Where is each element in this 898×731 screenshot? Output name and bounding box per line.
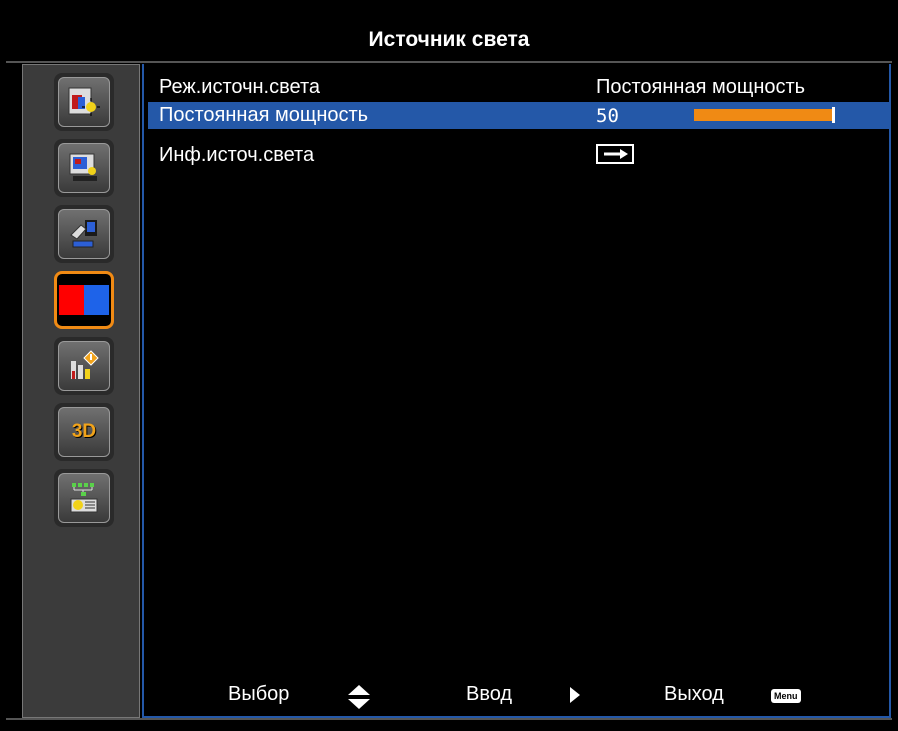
menu-footer: Выбор Ввод Выход Menu	[144, 673, 893, 713]
light-mode-value: Постоянная мощность	[596, 76, 806, 98]
page-title: Источник света	[368, 28, 530, 51]
up-down-arrows-icon	[348, 685, 370, 709]
menu-sidebar: 3D	[22, 64, 140, 718]
menu-content: Реж.источн.света Постоянная мощность Пос…	[142, 64, 891, 718]
information-icon[interactable]	[54, 337, 114, 395]
select-hint-label: Выбор	[228, 683, 290, 705]
constant-power-row[interactable]: Постоянная мощность 50	[148, 102, 891, 129]
setup-icon[interactable]	[54, 205, 114, 263]
constant-power-value: 50	[596, 104, 619, 127]
osd-menu: Источник света 3D Реж.источн.света Посто…	[0, 0, 898, 731]
light-info-label: Инф.источ.света	[159, 144, 315, 166]
3d-icon-label: 3D	[71, 421, 97, 442]
3d-icon[interactable]: 3D	[54, 403, 114, 461]
slider-knob[interactable]	[832, 107, 835, 123]
screen-settings-icon[interactable]	[54, 139, 114, 197]
light-mode-row[interactable]: Реж.источн.света Постоянная мощность	[148, 74, 891, 101]
exit-hint-label: Выход	[664, 683, 724, 705]
menu-key-icon: Menu	[771, 689, 801, 703]
enter-hint-label: Ввод	[466, 683, 513, 705]
light-source-icon[interactable]	[54, 271, 114, 329]
constant-power-slider[interactable]	[694, 109, 834, 121]
light-mode-label: Реж.источн.света	[159, 76, 321, 98]
bottom-divider	[6, 718, 892, 720]
light-info-row[interactable]: Инф.источ.света	[148, 142, 891, 169]
menu-title-bar: Источник света	[6, 19, 892, 63]
network-icon[interactable]	[54, 469, 114, 527]
right-arrow-icon	[570, 687, 580, 703]
constant-power-label: Постоянная мощность	[159, 104, 369, 126]
enter-arrow-icon[interactable]	[596, 144, 634, 164]
picture-settings-icon[interactable]	[54, 73, 114, 131]
